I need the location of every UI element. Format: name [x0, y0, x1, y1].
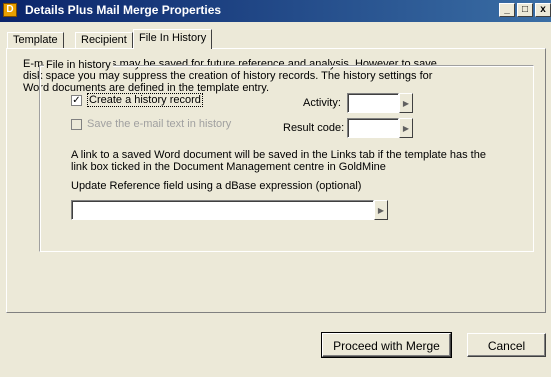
arrow-right-icon: ▶ — [402, 99, 410, 108]
title-bar[interactable]: D Details Plus Mail Merge Properties _ □… — [0, 0, 551, 22]
activity-field[interactable] — [347, 93, 399, 113]
tab-template[interactable]: Template — [7, 32, 64, 48]
window-title: Details Plus Mail Merge Properties — [25, 3, 222, 17]
proceed-button-label: Proceed with Merge — [333, 339, 440, 353]
update-reference-label: Update Reference field using a dBase exp… — [71, 180, 362, 192]
proceed-with-merge-button[interactable]: Proceed with Merge — [321, 332, 452, 358]
link-note-line: A link to a saved Word document will be … — [71, 149, 486, 161]
app-icon: D — [3, 3, 17, 17]
create-history-checkbox[interactable]: ✓ — [71, 94, 82, 106]
tab-strip: Template Recipient File In History — [0, 22, 551, 49]
file-in-history-group: File in history ✓ Create a history recor… — [39, 59, 534, 252]
link-note-text: A link to a saved Word document will be … — [71, 149, 486, 173]
close-button[interactable]: x — [535, 3, 551, 17]
update-reference-lookup-button[interactable]: ▶ — [374, 200, 388, 220]
save-email-text-checkbox-row[interactable]: Save the e-mail text in history — [71, 118, 231, 130]
save-email-text-checkbox[interactable] — [71, 118, 82, 130]
cancel-button-label: Cancel — [487, 339, 526, 353]
create-history-checkbox-row[interactable]: ✓ Create a history record — [71, 93, 203, 107]
result-code-field[interactable] — [347, 118, 399, 138]
result-code-label: Result code: — [283, 122, 345, 134]
group-legend: File in history — [44, 59, 113, 71]
tab-recipient[interactable]: Recipient — [75, 32, 133, 48]
mail-merge-properties-window: D Details Plus Mail Merge Properties _ □… — [0, 0, 551, 377]
result-code-lookup-button[interactable]: ▶ — [399, 118, 413, 138]
minimize-button[interactable]: _ — [499, 3, 515, 17]
activity-label: Activity: — [303, 97, 341, 109]
arrow-right-icon: ▶ — [402, 124, 410, 133]
save-email-text-label: Save the e-mail text in history — [87, 118, 232, 130]
create-history-label: Create a history record — [87, 93, 203, 107]
link-note-line: link box ticked in the Document Manageme… — [71, 161, 386, 173]
cancel-button[interactable]: Cancel — [467, 333, 546, 357]
tab-file-in-history[interactable]: File In History — [133, 29, 213, 49]
arrow-right-icon: ▶ — [377, 206, 385, 215]
check-icon: ✓ — [72, 94, 81, 106]
activity-lookup-button[interactable]: ▶ — [399, 93, 413, 113]
update-reference-field[interactable] — [71, 200, 374, 220]
maximize-button[interactable]: □ — [517, 3, 533, 17]
